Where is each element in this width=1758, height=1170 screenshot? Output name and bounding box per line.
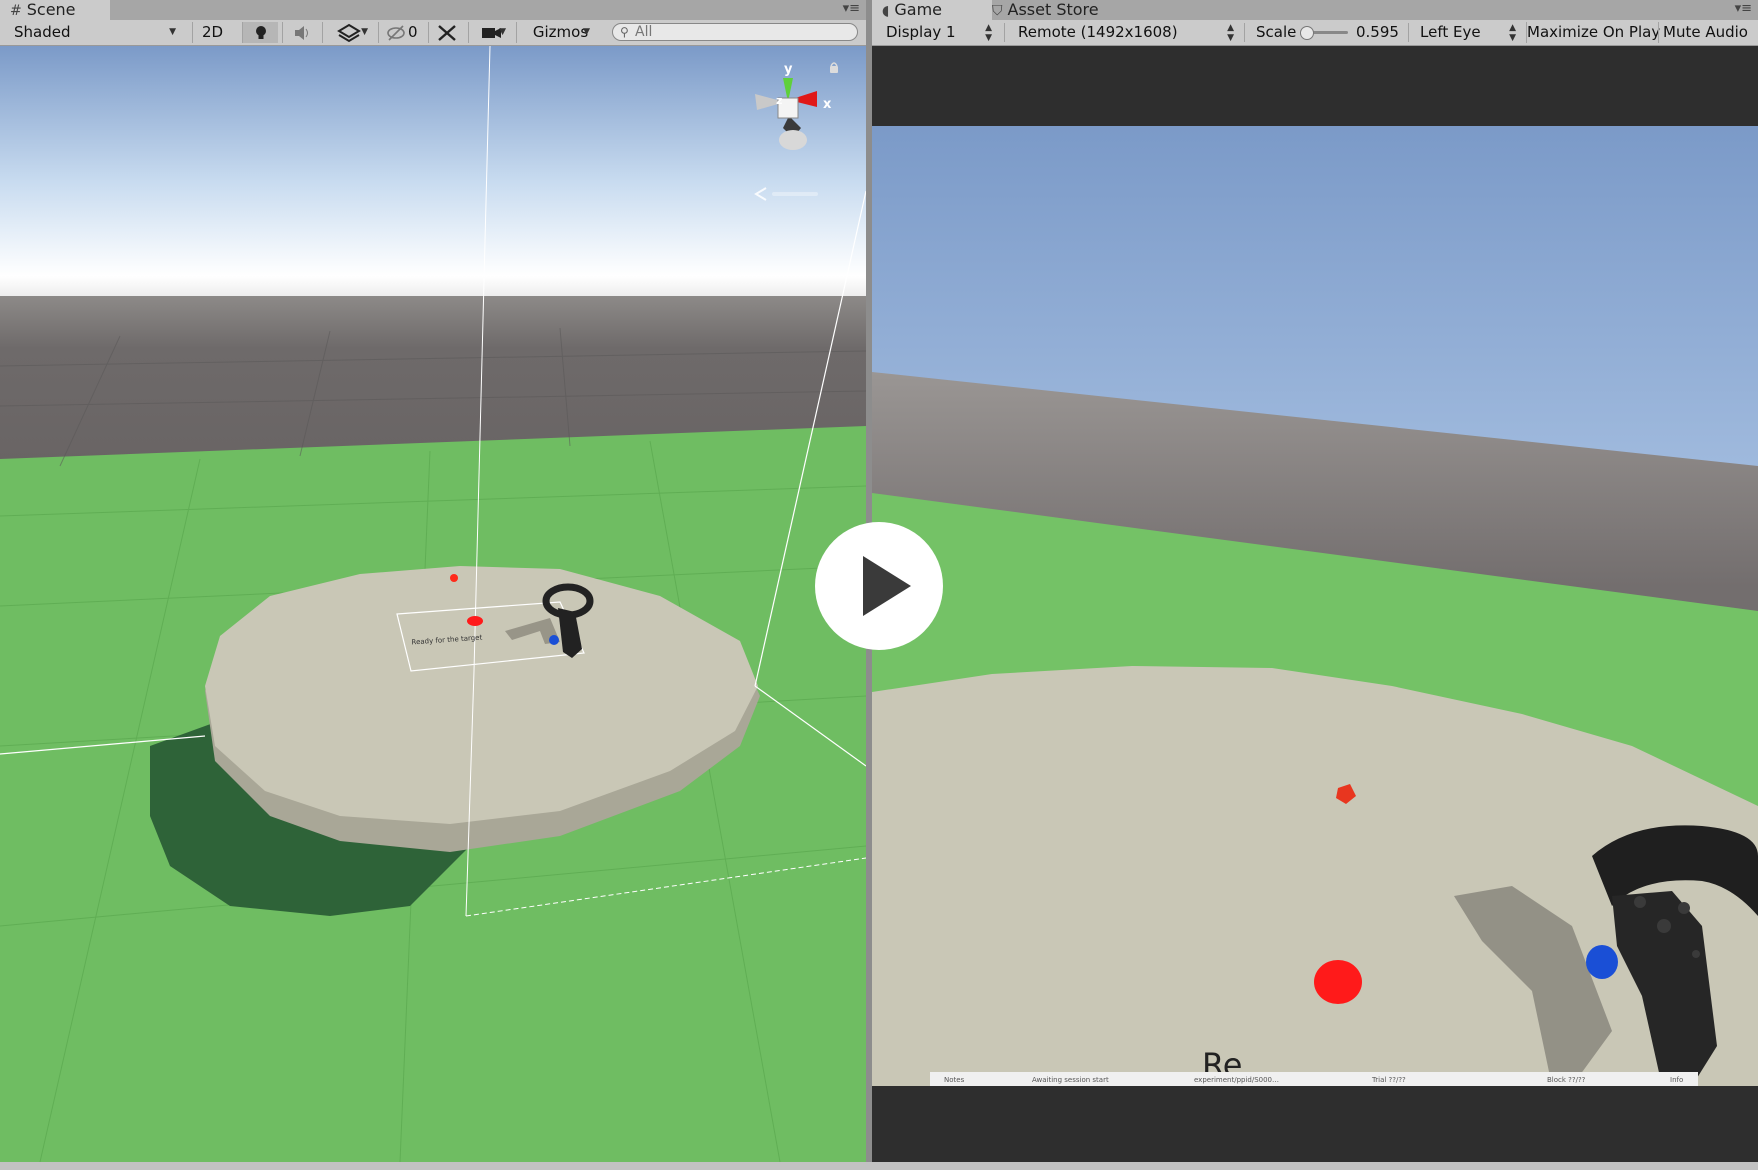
hidden-objects-toggle[interactable]: 0: [378, 22, 424, 43]
dropdown-arrow-icon: ▼: [169, 27, 176, 37]
scene-panel: # Scene ▾≡ Shaded ▼ 2D ▼ 0 ▼ Gizmos ▼ ⚲ …: [0, 0, 866, 1170]
gizmos-dropdown[interactable]: Gizmos ▼: [516, 22, 596, 43]
resolution-label: Remote (1492x1608): [1018, 23, 1178, 41]
bag-icon: ⛉: [992, 3, 1003, 19]
scene-tab-bar: # Scene ▾≡: [0, 0, 866, 21]
tools-button[interactable]: [428, 22, 464, 43]
lighting-toggle-button[interactable]: [242, 22, 278, 43]
panel-menu-icon[interactable]: ▾≡: [1735, 0, 1752, 20]
tab-asset-store[interactable]: ⛉ Asset Store: [982, 0, 1156, 20]
updown-arrow-icon: ▲ ▼: [1509, 23, 1516, 43]
tools-icon: [437, 25, 456, 41]
2d-toggle-label: 2D: [201, 23, 224, 41]
maximize-on-play-label: Maximize On Play: [1527, 23, 1661, 41]
updown-arrow-icon: ▲ ▼: [985, 23, 992, 43]
lightbulb-icon: [255, 26, 266, 39]
lock-icon[interactable]: [830, 66, 838, 73]
display-label: Display 1: [886, 23, 956, 41]
start-point[interactable]: [1314, 960, 1362, 1004]
tab-game-label: Game: [894, 0, 943, 19]
dropdown-arrow-icon: ▼: [361, 27, 368, 37]
maximize-on-play-toggle[interactable]: Maximize On Play: [1526, 22, 1660, 43]
block-counter: Block ??/??: [1547, 1076, 1586, 1084]
game-tab-bar: ◖ Game ⛉ Asset Store ▾≡: [872, 0, 1758, 21]
2d-toggle-button[interactable]: 2D: [192, 22, 232, 43]
scene-toolbar: Shaded ▼ 2D ▼ 0 ▼ Gizmos ▼ ⚲ All: [0, 20, 866, 46]
grid-icon: #: [10, 3, 22, 19]
shading-mode-label: Shaded: [14, 23, 71, 41]
scale-slider[interactable]: [1300, 22, 1354, 43]
dropdown-arrow-icon: ▼: [583, 27, 590, 37]
orientation-gizmo[interactable]: y x z: [735, 56, 845, 166]
eye-slash-icon: [387, 25, 405, 41]
play-button[interactable]: [815, 522, 943, 650]
scene-render: Ready for the target: [0, 46, 866, 1162]
target-sphere[interactable]: [450, 574, 458, 582]
cursor-sphere[interactable]: [549, 635, 559, 645]
game-render: Re Notes Awaiting session start experime…: [872, 46, 1758, 1162]
game-panel: ◖ Game ⛉ Asset Store ▾≡ Display 1 ▲ ▼ Remot…: [872, 0, 1758, 1170]
search-placeholder: All: [635, 24, 653, 40]
info-label[interactable]: Info: [1670, 1076, 1683, 1084]
trial-counter: Trial ??/??: [1371, 1076, 1406, 1084]
notes-label[interactable]: Notes: [944, 1076, 965, 1084]
effects-dropdown[interactable]: ▼: [322, 22, 374, 43]
scene-search-input[interactable]: ⚲ All: [612, 23, 858, 41]
pacman-icon: ◖: [882, 3, 890, 19]
display-dropdown[interactable]: Display 1 ▲ ▼: [878, 22, 998, 43]
persp-indicator-icon: [754, 187, 818, 201]
shading-mode-dropdown[interactable]: Shaded ▼: [6, 22, 182, 43]
session-path: experiment/ppid/S000…: [1194, 1076, 1279, 1084]
panel-menu-icon[interactable]: ▾≡: [843, 0, 860, 20]
eye-label: Left Eye: [1420, 23, 1481, 41]
game-viewport[interactable]: Re Notes Awaiting session start experime…: [872, 46, 1758, 1162]
dropdown-arrow-icon: ▼: [499, 27, 506, 37]
axis-label-x: x: [823, 97, 832, 112]
scale-slider-thumb[interactable]: [1300, 26, 1314, 40]
gizmos-label: Gizmos: [532, 23, 589, 41]
axis-label-z: z: [776, 94, 782, 107]
camera-dropdown[interactable]: ▼: [468, 22, 512, 43]
mute-audio-label: Mute Audio: [1663, 23, 1748, 41]
search-icon: ⚲: [620, 25, 629, 39]
tab-scene[interactable]: # Scene: [0, 0, 110, 20]
eye-dropdown[interactable]: Left Eye ▲ ▼: [1412, 22, 1522, 43]
session-status: Awaiting session start: [1032, 1076, 1109, 1084]
scene-viewport[interactable]: Ready for the target y x z: [0, 46, 866, 1162]
resolution-dropdown[interactable]: Remote (1492x1608) ▲ ▼: [1010, 22, 1240, 43]
scale-value: 0.595: [1356, 23, 1399, 41]
speaker-icon: [294, 26, 308, 40]
audio-toggle-button[interactable]: [282, 22, 318, 43]
start-point[interactable]: [467, 616, 483, 626]
game-toolbar: Display 1 ▲ ▼ Remote (1492x1608) ▲ ▼ Scale…: [872, 20, 1758, 46]
mute-audio-toggle[interactable]: Mute Audio: [1658, 22, 1752, 43]
tab-game[interactable]: ◖ Game: [872, 0, 992, 20]
scale-label: Scale: [1256, 23, 1297, 41]
play-icon: [863, 556, 911, 616]
tab-asset-store-label: Asset Store: [1007, 0, 1099, 19]
bottom-border: [0, 1162, 1758, 1170]
lock-shackle: [830, 62, 838, 67]
axis-label-y: y: [784, 62, 793, 77]
updown-arrow-icon: ▲ ▼: [1227, 23, 1234, 43]
tab-scene-label: Scene: [26, 0, 76, 19]
cursor-sphere[interactable]: [1586, 945, 1618, 979]
hidden-count: 0: [408, 23, 418, 41]
